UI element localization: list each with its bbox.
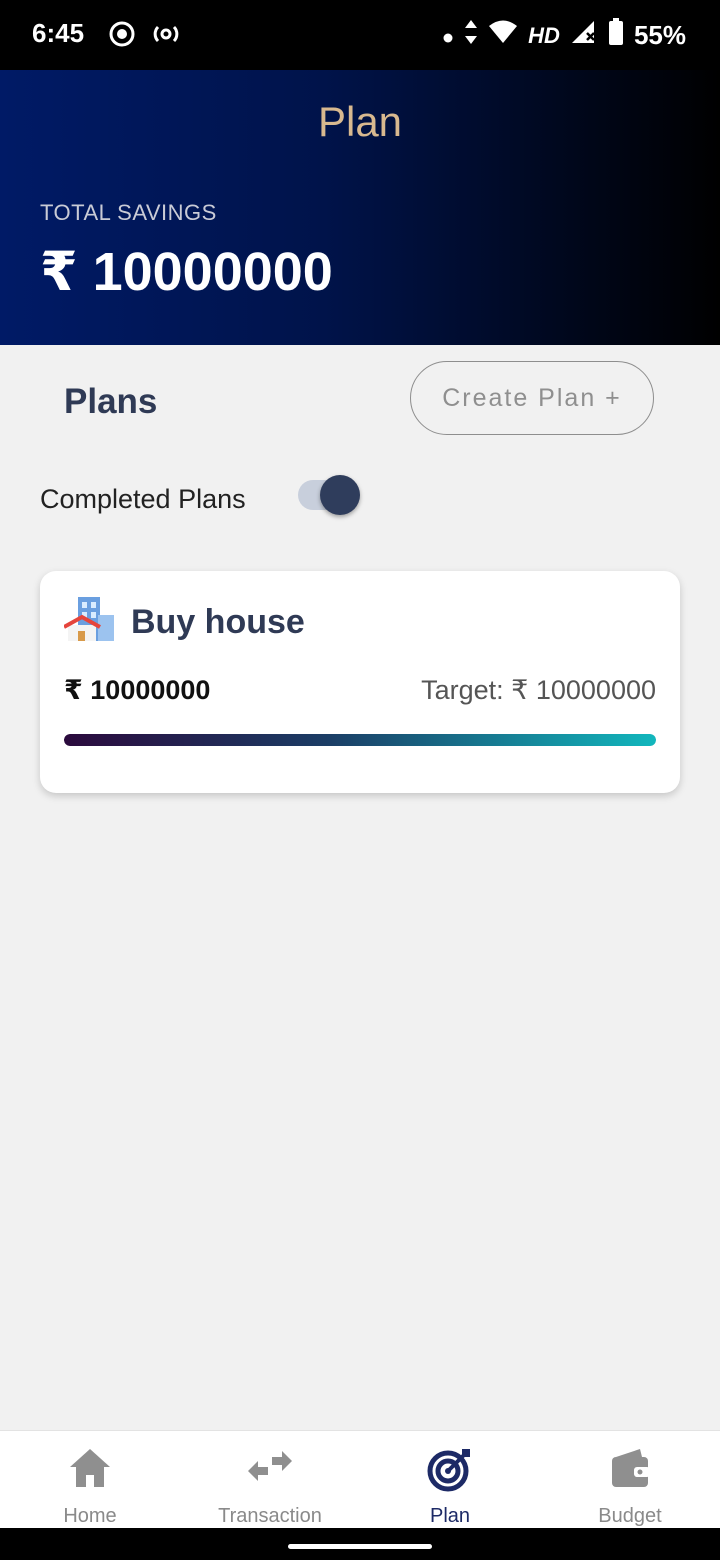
wallet-icon [606, 1445, 654, 1493]
battery-level: 55% [633, 20, 686, 50]
record-icon [108, 20, 136, 53]
plan-progress-bar [64, 734, 656, 746]
home-gesture-handle[interactable] [288, 1544, 432, 1549]
nav-transaction[interactable]: Transaction [180, 1431, 360, 1529]
savings-header: Plan TOTAL SAVINGS ₹ 10000000 [0, 70, 720, 345]
home-icon [66, 1445, 114, 1493]
transfer-icon [246, 1445, 294, 1493]
data-arrows-icon [464, 19, 478, 52]
house-icon [63, 595, 116, 645]
status-time: 6:45 [32, 18, 85, 48]
toggle-knob [320, 475, 360, 515]
nav-budget[interactable]: Budget [540, 1431, 720, 1529]
nav-transaction-label: Transaction [218, 1505, 322, 1527]
page-title: Plan [317, 98, 403, 145]
status-bar: 6:45 HD 55% [0, 0, 720, 70]
plan-title: Buy house [131, 603, 305, 641]
plan-card[interactable]: Buy house ₹ 10000000 Target: ₹ 10000000 [40, 571, 680, 793]
battery-icon [608, 18, 624, 53]
gesture-bar [0, 1528, 720, 1560]
plan-target: Target: ₹ 10000000 [421, 675, 656, 705]
nav-plan[interactable]: Plan [360, 1431, 540, 1529]
total-savings-value: ₹ 10000000 [40, 242, 333, 302]
nav-home[interactable]: Home [0, 1431, 180, 1529]
wifi-icon [488, 19, 518, 52]
plans-heading: Plans [64, 382, 158, 421]
dot-icon [442, 20, 454, 51]
plan-progress-fill [64, 734, 656, 746]
total-savings-label: TOTAL SAVINGS [40, 200, 217, 225]
bottom-navigation: Home Transaction Plan Budget [0, 1430, 720, 1529]
signal-icon [570, 19, 598, 52]
nav-plan-label: Plan [429, 1505, 471, 1527]
nav-budget-label: Budget [598, 1505, 662, 1527]
target-icon [426, 1445, 474, 1493]
create-plan-button[interactable]: Create Plan + [410, 361, 654, 435]
network-type: HD [528, 22, 560, 48]
completed-plans-toggle[interactable] [298, 472, 364, 518]
completed-plans-label: Completed Plans [40, 484, 246, 514]
nav-home-label: Home [63, 1505, 117, 1527]
hotspot-icon [152, 20, 180, 53]
plan-amount: ₹ 10000000 [64, 675, 211, 705]
